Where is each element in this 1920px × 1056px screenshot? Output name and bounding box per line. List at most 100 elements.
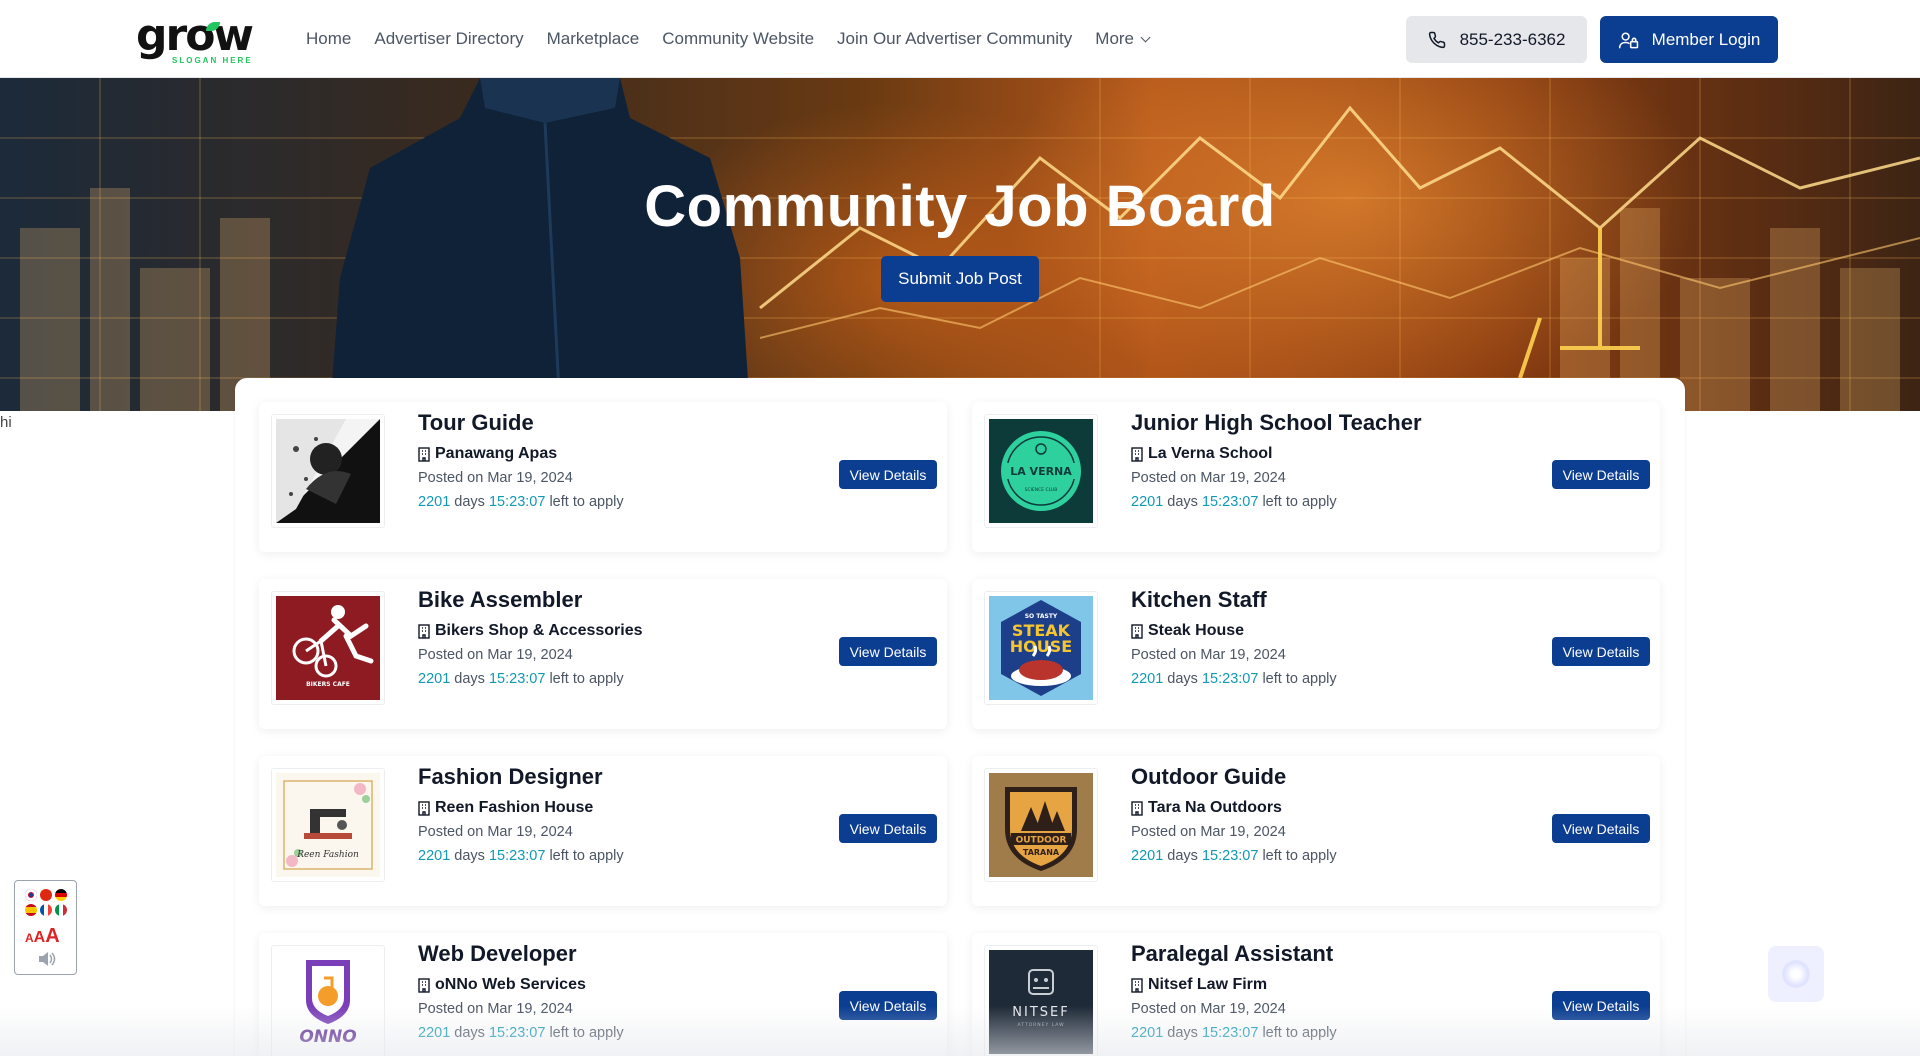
- nav-community-website[interactable]: Community Website: [662, 29, 814, 49]
- view-details-button[interactable]: View Details: [1552, 991, 1650, 1020]
- days-word: days: [454, 848, 485, 864]
- company-logo: [271, 414, 385, 528]
- job-card: SO TASTY STEAK HOUSE Kitchen Staff Steak…: [972, 579, 1660, 729]
- job-countdown: 2201 days 15:23:07 left to apply: [418, 671, 624, 687]
- job-title[interactable]: Fashion Designer: [418, 764, 603, 790]
- job-company: Nitsef Law Firm: [1131, 976, 1267, 994]
- flag-spain-icon[interactable]: [25, 904, 37, 916]
- job-countdown: 2201 days 15:23:07 left to apply: [1131, 848, 1337, 864]
- main-nav: Home Advertiser Directory Marketplace Co…: [306, 29, 1151, 49]
- bikers-cafe-logo-icon: BIKERS CAFE: [276, 596, 380, 700]
- outdoor-tarana-logo-icon: OUTDOOR TARANA: [989, 773, 1093, 877]
- days-word: days: [1167, 848, 1198, 864]
- flag-germany-icon[interactable]: [55, 889, 67, 901]
- job-title[interactable]: Bike Assembler: [418, 587, 582, 613]
- view-details-button[interactable]: View Details: [839, 460, 937, 489]
- job-title[interactable]: Kitchen Staff: [1131, 587, 1267, 613]
- onno-logo-text: ONNO: [299, 1027, 356, 1047]
- member-login-button[interactable]: Member Login: [1600, 16, 1778, 63]
- job-countdown: 2201 days 15:23:07 left to apply: [1131, 1025, 1337, 1041]
- job-title[interactable]: Tour Guide: [418, 410, 534, 436]
- days-left: 2201: [418, 671, 451, 687]
- job-title[interactable]: Junior High School Teacher: [1131, 410, 1422, 436]
- time-left: 15:23:07: [1201, 671, 1259, 687]
- view-details-button[interactable]: View Details: [839, 991, 937, 1020]
- time-left: 15:23:07: [488, 1025, 546, 1041]
- hero-background-graphic: [0, 78, 1920, 411]
- job-title[interactable]: Paralegal Assistant: [1131, 941, 1333, 967]
- company-logo: LA VERNA SCIENCE CLUB: [984, 414, 1098, 528]
- left-to-apply: left to apply: [549, 1025, 624, 1041]
- bikers-cafe-logo-text: BIKERS CAFE: [306, 681, 350, 688]
- days-word: days: [454, 494, 485, 510]
- flag-france-icon[interactable]: [40, 904, 52, 916]
- view-details-button[interactable]: View Details: [839, 637, 937, 666]
- nav-advertiser-directory[interactable]: Advertiser Directory: [374, 29, 523, 49]
- view-details-button[interactable]: View Details: [839, 814, 937, 843]
- building-icon: [1131, 800, 1143, 816]
- company-logo: Reen Fashion: [271, 768, 385, 882]
- flag-uk-icon[interactable]: [25, 889, 37, 901]
- nav-more[interactable]: More: [1095, 29, 1151, 49]
- user-lock-icon: [1618, 31, 1638, 48]
- company-logo: OUTDOOR TARANA: [984, 768, 1098, 882]
- days-word: days: [1167, 494, 1198, 510]
- nitsef-logo-icon: NITSEF ATTORNEY LAW: [989, 950, 1093, 1054]
- view-details-button[interactable]: View Details: [1552, 460, 1650, 489]
- left-to-apply: left to apply: [1262, 494, 1337, 510]
- left-to-apply: left to apply: [1262, 1025, 1337, 1041]
- outdoor-logo-text2: TARANA: [1023, 848, 1060, 857]
- job-board-panel: Tour Guide Panawang Apas Posted on Mar 1…: [235, 378, 1685, 1056]
- site-logo[interactable]: grow SLOGAN HERE: [136, 14, 254, 66]
- left-to-apply: left to apply: [549, 848, 624, 864]
- steak-house-logo-subtext: SO TASTY: [1025, 613, 1058, 620]
- job-posted-date: Posted on Mar 19, 2024: [418, 824, 573, 840]
- flag-italy-icon[interactable]: [55, 904, 67, 916]
- company-name: Nitsef Law Firm: [1148, 976, 1268, 993]
- accessibility-widget[interactable]: AAA: [14, 880, 77, 975]
- job-posted-date: Posted on Mar 19, 2024: [418, 647, 573, 663]
- time-left: 15:23:07: [1201, 1025, 1259, 1041]
- job-title[interactable]: Outdoor Guide: [1131, 764, 1286, 790]
- language-flags[interactable]: [25, 889, 71, 916]
- nav-join-community[interactable]: Join Our Advertiser Community: [837, 29, 1072, 49]
- building-icon: [418, 977, 430, 993]
- company-name: La Verna School: [1148, 445, 1273, 462]
- phone-button[interactable]: 855-233-6362: [1406, 16, 1587, 63]
- view-details-button[interactable]: View Details: [1552, 814, 1650, 843]
- steak-house-logo-icon: SO TASTY STEAK HOUSE: [989, 596, 1093, 700]
- job-title[interactable]: Web Developer: [418, 941, 577, 967]
- company-logo: ONNO: [271, 945, 385, 1056]
- job-posted-date: Posted on Mar 19, 2024: [1131, 1001, 1286, 1017]
- chat-widget-button[interactable]: [1768, 946, 1824, 1002]
- outdoor-logo-text: OUTDOOR: [1016, 836, 1067, 846]
- time-left: 15:23:07: [488, 848, 546, 864]
- job-countdown: 2201 days 15:23:07 left to apply: [1131, 671, 1337, 687]
- job-card: Reen Fashion Fashion Designer Reen Fashi…: [259, 756, 947, 906]
- company-name: Reen Fashion House: [435, 799, 594, 816]
- nav-more-label: More: [1095, 29, 1135, 48]
- stray-text: hi: [0, 414, 12, 431]
- job-posted-date: Posted on Mar 19, 2024: [1131, 470, 1286, 486]
- days-word: days: [454, 671, 485, 687]
- nav-home[interactable]: Home: [306, 29, 351, 49]
- view-details-button[interactable]: View Details: [1552, 637, 1650, 666]
- time-left: 15:23:07: [488, 671, 546, 687]
- days-left: 2201: [418, 494, 451, 510]
- nitsef-logo-subtext: ATTORNEY LAW: [1017, 1022, 1064, 1028]
- job-card: LA VERNA SCIENCE CLUB Junior High School…: [972, 402, 1660, 552]
- flag-china-icon[interactable]: [40, 889, 52, 901]
- submit-job-post-button[interactable]: Submit Job Post: [881, 256, 1039, 302]
- text-size-control[interactable]: AAA: [25, 925, 60, 948]
- time-left: 15:23:07: [1201, 494, 1259, 510]
- speaker-icon[interactable]: [37, 951, 57, 967]
- phone-number: 855-233-6362: [1459, 29, 1566, 49]
- time-left: 15:23:07: [1201, 848, 1259, 864]
- person-silhouette-graphic: [330, 78, 750, 411]
- days-word: days: [1167, 671, 1198, 687]
- days-word: days: [454, 1025, 485, 1041]
- job-company: La Verna School: [1131, 445, 1272, 463]
- job-company: Steak House: [1131, 622, 1244, 640]
- company-logo: BIKERS CAFE: [271, 591, 385, 705]
- nav-marketplace[interactable]: Marketplace: [547, 29, 640, 49]
